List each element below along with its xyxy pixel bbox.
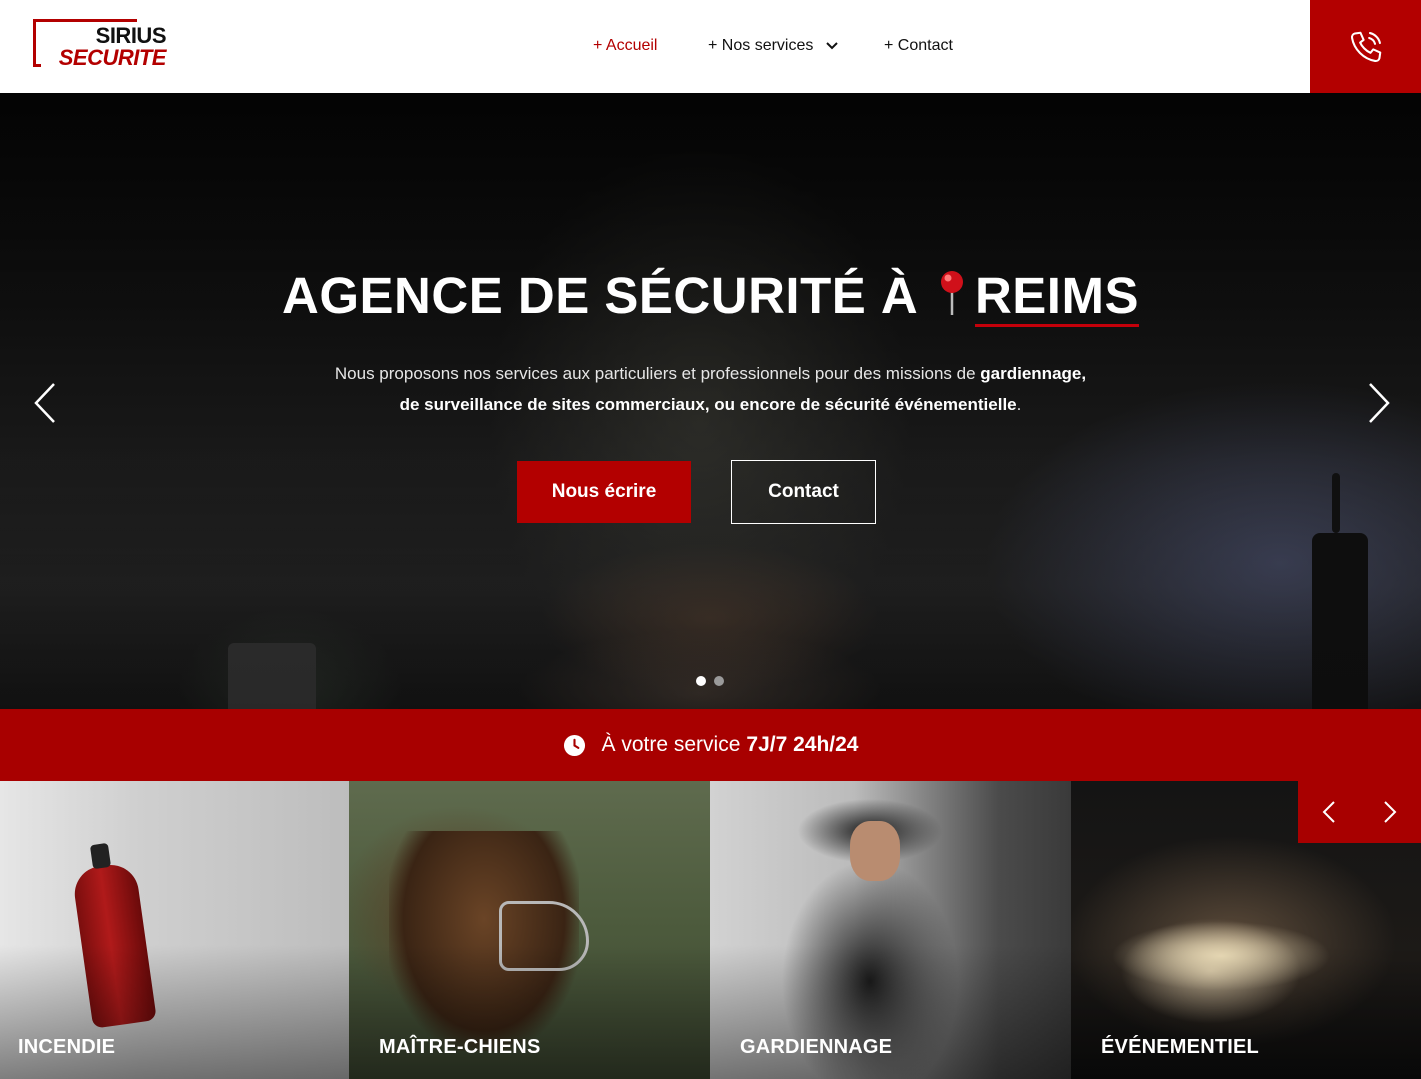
- chevron-down-icon: [826, 42, 838, 50]
- chevron-left-icon: [1322, 801, 1335, 823]
- nav-item-services-label: + Nos services: [708, 37, 814, 54]
- hero-subtitle-bold2: de surveillance de sites commerciaux, ou…: [399, 395, 1017, 414]
- slider-pagination: [696, 676, 724, 686]
- hero-title-city: REIMS: [974, 267, 1139, 327]
- availability-text: À votre service: [601, 733, 741, 756]
- service-label: ÉVÉNEMENTIEL: [1101, 1036, 1259, 1058]
- service-tile-maitre-chiens[interactable]: MAÎTRE-CHIENS: [349, 781, 710, 1079]
- service-label: MAÎTRE-CHIENS: [379, 1036, 541, 1058]
- tile-overlay: [0, 781, 349, 1079]
- hero-slider: AGENCE DE SÉCURITÉ À REIMS Nous proposon…: [0, 93, 1421, 709]
- clock-icon: [563, 734, 585, 756]
- tile-overlay: [349, 781, 710, 1079]
- phone-button[interactable]: [1310, 0, 1421, 93]
- chevron-right-icon: [1369, 383, 1390, 423]
- map-pin-icon: [940, 271, 963, 315]
- write-us-button[interactable]: Nous écrire: [517, 461, 691, 523]
- hero-title: AGENCE DE SÉCURITÉ À REIMS: [0, 265, 1421, 327]
- services-carousel: INCENDIE MAÎTRE-CHIENS GARDIENNAGE ÉVÉNE…: [0, 781, 1421, 1079]
- hero-subtitle-bold1: gardiennage,: [980, 364, 1087, 383]
- services-prev-button[interactable]: [1298, 781, 1360, 843]
- phone-ringing-icon: [1350, 31, 1381, 62]
- chevron-left-icon: [34, 383, 55, 423]
- chevron-right-icon: [1384, 801, 1397, 823]
- services-next-button[interactable]: [1360, 781, 1421, 843]
- service-label: GARDIENNAGE: [740, 1036, 893, 1058]
- hero-subtitle-end: .: [1016, 395, 1022, 414]
- slider-next-arrow[interactable]: [1364, 381, 1394, 425]
- slider-dot-1[interactable]: [696, 676, 706, 686]
- site-header: SIRIUS SECURITE + Accueil + Nos services…: [0, 0, 1421, 93]
- nav-item-contact[interactable]: + Contact: [884, 36, 953, 56]
- tile-overlay: [710, 781, 1071, 1079]
- hero-subtitle-text: Nous proposons nos services aux particul…: [334, 364, 981, 383]
- nav-item-services[interactable]: + Nos services: [708, 36, 838, 56]
- hero-title-prefix: AGENCE DE SÉCURITÉ À: [282, 267, 919, 324]
- service-label: INCENDIE: [18, 1036, 116, 1058]
- service-tile-gardiennage[interactable]: GARDIENNAGE: [710, 781, 1071, 1079]
- availability-band: À votre service 7J/7 24h/24: [0, 709, 1421, 781]
- contact-button[interactable]: Contact: [731, 460, 876, 524]
- availability-highlight: 7J/7 24h/24: [746, 733, 859, 756]
- service-tile-incendie[interactable]: INCENDIE: [0, 781, 349, 1079]
- nav-item-accueil[interactable]: + Accueil: [593, 36, 657, 56]
- main-nav: + Accueil + Nos services + Contact: [0, 0, 1310, 93]
- slider-dot-2[interactable]: [714, 676, 724, 686]
- services-carousel-nav: [1298, 781, 1421, 843]
- slider-prev-arrow[interactable]: [30, 381, 60, 425]
- hero-subtitle: Nous proposons nos services aux particul…: [0, 358, 1421, 420]
